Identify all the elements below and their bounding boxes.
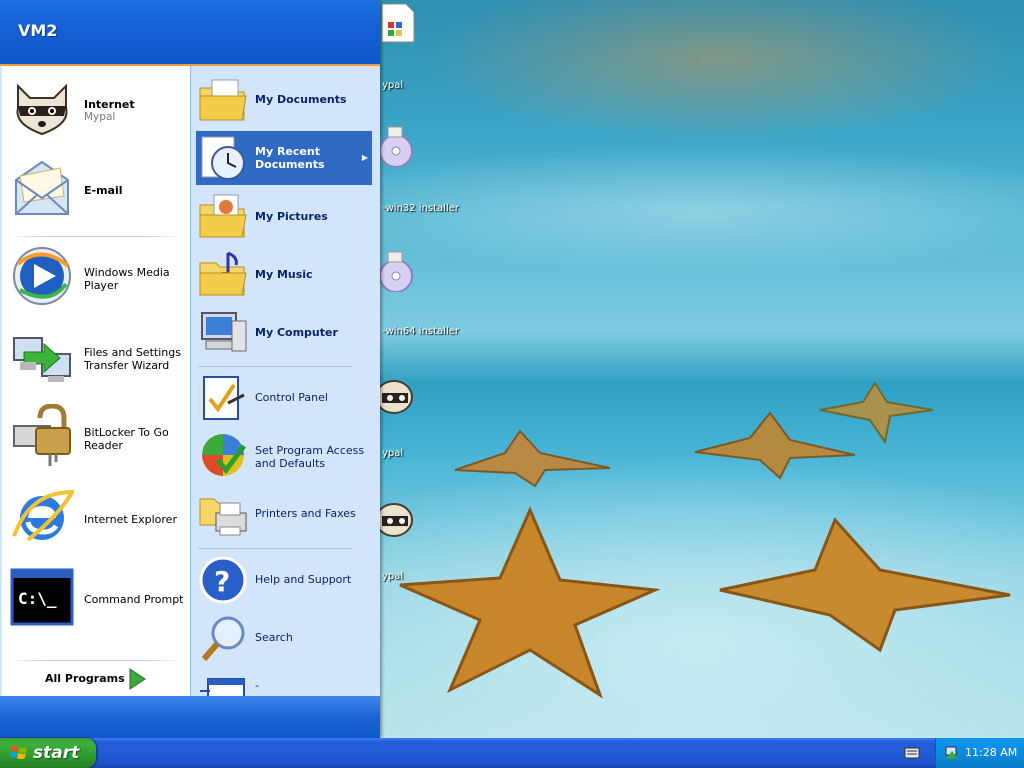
start-item-label-line2: Reader <box>84 439 123 452</box>
green-arrow-icon <box>129 668 146 690</box>
desktop-icon-win64-installer[interactable]: -win64 installer <box>378 250 478 337</box>
email-envelope-icon <box>15 160 69 215</box>
start-item-label: - <box>255 679 259 692</box>
start-item-my-computer[interactable]: My Computer <box>196 305 372 357</box>
desktop-icon-mypal-doc[interactable]: ypal <box>378 2 478 91</box>
run-icon <box>200 678 245 696</box>
program-access-icon <box>202 434 246 476</box>
desktop-icon-label: -win32 installer <box>382 203 460 214</box>
system-tray: 11:28 AM <box>935 738 1024 768</box>
start-item-label-line2: Documents <box>255 158 325 171</box>
mypal-raccoon-icon <box>16 83 68 136</box>
recent-documents-clock-icon <box>201 136 245 180</box>
start-item-label: Set Program Access <box>255 444 365 457</box>
submenu-arrow-icon: ▶ <box>361 153 368 162</box>
my-computer-icon <box>201 312 247 352</box>
transfer-wizard-icon <box>13 337 71 382</box>
my-pictures-folder-icon <box>199 194 247 238</box>
my-documents-folder-icon <box>199 79 247 121</box>
start-item-set-program-access[interactable]: Set Program Access and Defaults <box>196 428 372 480</box>
start-item-label: My Documents <box>255 93 347 106</box>
document-icon <box>381 3 415 43</box>
installer-cd-icon <box>379 126 413 168</box>
control-panel-icon <box>203 376 245 420</box>
separator <box>198 548 352 549</box>
start-item-label: Internet Explorer <box>84 513 177 526</box>
search-magnifier-icon <box>201 616 245 661</box>
start-item-label: Search <box>255 631 293 644</box>
start-item-my-music[interactable]: My Music <box>196 247 372 299</box>
media-player-icon <box>13 247 71 305</box>
separator <box>198 366 352 367</box>
desktop-icon-label: -win64 installer <box>382 326 460 337</box>
starfish-image <box>719 517 1011 653</box>
start-item-help-support[interactable]: ? Help and Support <box>196 553 372 605</box>
svg-text:C:\_: C:\_ <box>18 589 57 608</box>
start-item-files-settings-transfer[interactable]: Files and Settings Transfer Wizard <box>8 324 186 384</box>
start-item-label: Windows Media <box>84 266 170 279</box>
all-programs-label: All Programs <box>45 672 125 685</box>
printers-faxes-icon <box>199 498 247 536</box>
start-item-internet[interactable]: Internet Mypal <box>8 76 186 136</box>
taskbar: start 11:28 AM <box>0 738 1024 768</box>
start-item-my-pictures[interactable]: My Pictures <box>196 189 372 241</box>
command-prompt-icon: C:\_ <box>10 568 74 626</box>
desktop-icon-label: ypal <box>382 448 404 459</box>
mypal-raccoon-icon <box>375 503 413 537</box>
starfish-image <box>819 381 934 445</box>
keyboard-icon[interactable] <box>904 747 920 759</box>
start-item-control-panel[interactable]: Control Panel <box>196 371 372 423</box>
start-menu-footer <box>0 696 380 738</box>
start-item-label: My Recent <box>255 145 320 158</box>
start-item-windows-media-player[interactable]: Windows Media Player <box>8 244 186 305</box>
start-item-label: My Computer <box>255 326 338 339</box>
windows-logo-icon <box>10 746 27 759</box>
start-label: start <box>33 743 80 763</box>
clock[interactable]: 11:28 AM <box>965 746 1017 759</box>
start-item-printers-faxes[interactable]: Printers and Faxes <box>196 487 372 539</box>
start-item-bitlocker-reader[interactable]: BitLocker To Go Reader <box>8 404 186 466</box>
start-item-my-documents[interactable]: My Documents <box>196 72 372 124</box>
bitlocker-lock-icon <box>13 404 71 466</box>
separator <box>10 236 180 237</box>
start-item-label: Files and Settings <box>84 346 181 359</box>
internet-explorer-icon <box>12 489 74 542</box>
start-menu-header: VM2 <box>0 0 380 66</box>
start-item-my-recent-documents[interactable]: My Recent Documents ▶ <box>196 131 372 185</box>
starfish-image <box>454 429 611 488</box>
start-item-label: My Pictures <box>255 210 328 223</box>
desktop-icon-label: ypal <box>382 571 404 582</box>
start-button[interactable]: start <box>0 738 96 768</box>
installer-cd-icon <box>379 251 413 293</box>
start-item-label-line2: Player <box>84 279 119 292</box>
start-menu: VM2 Internet Mypal E-mail Windows Media … <box>0 0 380 738</box>
start-item-email[interactable]: E-mail <box>8 156 186 216</box>
start-item-label-line2: and Defaults <box>255 457 326 470</box>
start-item-run[interactable]: - <box>196 669 372 696</box>
start-item-label: Printers and Faxes <box>255 507 356 520</box>
start-item-label-line2: Transfer Wizard <box>84 359 170 372</box>
start-item-label: Control Panel <box>255 391 328 404</box>
start-item-sublabel: Mypal <box>84 111 116 123</box>
desktop-icon-label: ypal <box>382 80 404 91</box>
svg-text:?: ? <box>214 565 230 598</box>
network-status-icon[interactable] <box>944 745 960 761</box>
desktop-icon-mypal[interactable]: ypal <box>375 375 478 459</box>
start-item-label: E-mail <box>84 184 123 197</box>
start-item-label: Help and Support <box>255 573 352 586</box>
desktop-icon-mypal-2[interactable]: ypal <box>375 498 478 582</box>
my-music-folder-icon <box>199 251 247 296</box>
mypal-raccoon-icon <box>375 380 413 414</box>
start-item-command-prompt[interactable]: C:\_ Command Prompt <box>8 566 186 626</box>
start-item-label: BitLocker To Go <box>84 426 169 439</box>
user-name: VM2 <box>18 21 58 40</box>
help-question-icon: ? <box>199 556 247 604</box>
start-item-internet-explorer[interactable]: Internet Explorer <box>8 484 186 544</box>
start-item-label: My Music <box>255 268 313 281</box>
start-item-label: Internet <box>84 98 135 111</box>
separator <box>10 660 180 661</box>
desktop-icon-win32-installer[interactable]: -win32 installer <box>378 125 478 214</box>
start-item-search[interactable]: Search <box>196 611 372 663</box>
start-item-label: Command Prompt <box>84 593 184 606</box>
